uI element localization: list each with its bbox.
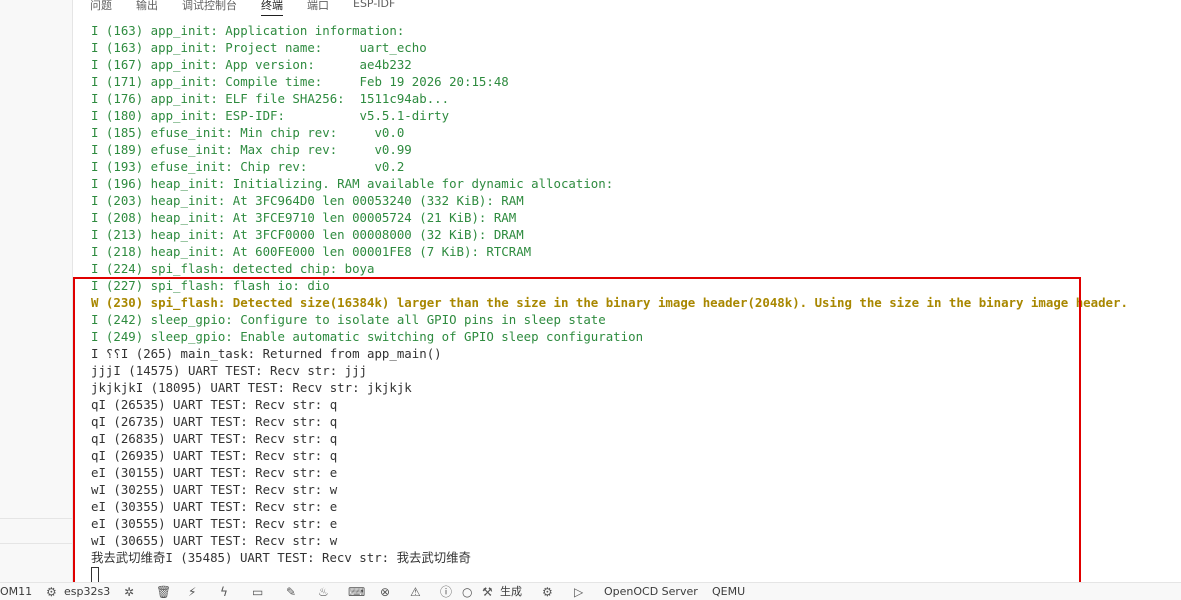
tab-problems[interactable]: 问题 — [90, 0, 112, 13]
monitor-icon[interactable]: ▭ — [252, 586, 263, 598]
terminal-line: I (180) app_init: ESP-IDF: v5.5.1-dirty — [91, 108, 450, 123]
flash-icon[interactable]: ⚡ — [188, 586, 196, 598]
terminal-line: I (163) app_init: Project name: uart_ech… — [91, 40, 427, 55]
terminal-line: I (176) app_init: ELF file SHA256: 1511c… — [91, 91, 450, 106]
tab-ports[interactable]: 端口 — [307, 0, 329, 13]
terminal-line: I (193) efuse_init: Chip rev: v0.2 — [91, 159, 405, 174]
terminal-line: qI (26935) UART TEST: Recv str: q — [91, 448, 338, 463]
status-target[interactable]: esp32s3 — [64, 586, 110, 598]
tab-terminal[interactable]: 终端 — [261, 0, 283, 16]
terminal-line: I (249) sleep_gpio: Enable automatic swi… — [91, 329, 644, 344]
openocd-server[interactable]: OpenOCD Server — [604, 586, 698, 598]
terminal-line: eI (30555) UART TEST: Recv str: e — [91, 516, 338, 531]
terminal-line: I (185) efuse_init: Min chip rev: v0.0 — [91, 125, 405, 140]
warning-icon[interactable]: ⚠ — [410, 586, 421, 598]
terminal-line: eI (30155) UART TEST: Recv str: e — [91, 465, 338, 480]
sidebar-edge — [0, 0, 73, 583]
terminal-line: I (227) spi_flash: flash io: dio — [91, 278, 330, 293]
terminal-line: wI (30655) UART TEST: Recv str: w — [91, 533, 338, 548]
terminal-line: I (163) app_init: Application informatio… — [91, 23, 405, 38]
terminal-line: I (242) sleep_gpio: Configure to isolate… — [91, 312, 606, 327]
sdk-config-icon[interactable]: ⚙ — [542, 586, 553, 598]
terminal-line: I (196) heap_init: Initializing. RAM ava… — [91, 176, 614, 191]
status-bar: OM11 ⚙ esp32s3 ✲ 🗑 ⚡ ϟ ▭ ✎ ♨ ⌨ ⊗ ⚠ ⓘ ○ ⚒… — [0, 582, 1181, 600]
settings-icon[interactable]: ✲ — [124, 586, 134, 598]
debug-icon[interactable]: ✎ — [286, 586, 296, 598]
terminal-line: I (218) heap_init: At 600FE000 len 00001… — [91, 244, 532, 259]
flash-alt-icon[interactable]: ϟ — [220, 586, 228, 598]
terminal-line: I ⸮⸮I (265) main_task: Returned from app… — [91, 346, 442, 361]
terminal-line: I (189) efuse_init: Max chip rev: v0.99 — [91, 142, 412, 157]
terminal-line: I (171) app_init: Compile time: Feb 19 2… — [91, 74, 509, 89]
terminal-line: I (224) spi_flash: detected chip: boya — [91, 261, 375, 276]
count-icon: ○ — [462, 585, 473, 599]
terminal-line: I (167) app_init: App version: ae4b232 — [91, 57, 412, 72]
terminal-line: wI (30255) UART TEST: Recv str: w — [91, 482, 338, 497]
build-icon[interactable]: ⚒ — [482, 586, 493, 598]
tab-output[interactable]: 输出 — [136, 0, 158, 13]
info-icon[interactable]: ⓘ — [440, 586, 452, 598]
terminal-line: jkjkjkI (18095) UART TEST: Recv str: jkj… — [91, 380, 412, 395]
trash-icon[interactable]: 🗑 — [156, 586, 171, 598]
terminal-line: qI (26535) UART TEST: Recv str: q — [91, 397, 338, 412]
terminal-line-warning: W (230) spi_flash: Detected size(16384k)… — [91, 295, 1128, 310]
flame-icon[interactable]: ♨ — [318, 586, 329, 598]
terminal-line: I (208) heap_init: At 3FCE9710 len 00005… — [91, 210, 517, 225]
terminal-line: qI (26835) UART TEST: Recv str: q — [91, 431, 338, 446]
build-button[interactable]: 生成 — [500, 586, 522, 598]
qemu-button[interactable]: QEMU — [712, 586, 745, 598]
error-icon[interactable]: ⊗ — [380, 586, 390, 598]
panel-tab-bar: 问题 输出 调试控制台 终端 端口 ESP-IDF — [72, 0, 1181, 16]
terminal-line: I (213) heap_init: At 3FCF0000 len 00008… — [91, 227, 524, 242]
tab-debug-console[interactable]: 调试控制台 — [182, 0, 237, 13]
gear-icon[interactable]: ⚙ — [46, 586, 57, 598]
terminal-line: 我去武切维奇I (35485) UART TEST: Recv str: 我去武… — [91, 550, 471, 565]
terminal-line: qI (26735) UART TEST: Recv str: q — [91, 414, 338, 429]
terminal-line: I (203) heap_init: At 3FC964D0 len 00053… — [91, 193, 524, 208]
terminal-line: eI (30355) UART TEST: Recv str: e — [91, 499, 338, 514]
text-cursor — [91, 566, 99, 583]
run-icon[interactable]: ▷ — [574, 586, 583, 598]
status-port[interactable]: OM11 — [0, 586, 32, 598]
terminal-output[interactable]: I (163) app_init: Application informatio… — [91, 22, 1181, 583]
terminal-icon[interactable]: ⌨ — [348, 586, 365, 598]
tab-esp-idf[interactable]: ESP-IDF — [353, 0, 395, 10]
terminal-line: jjjI (14575) UART TEST: Recv str: jjj — [91, 363, 368, 378]
terminal-prompt[interactable] — [91, 566, 1181, 583]
